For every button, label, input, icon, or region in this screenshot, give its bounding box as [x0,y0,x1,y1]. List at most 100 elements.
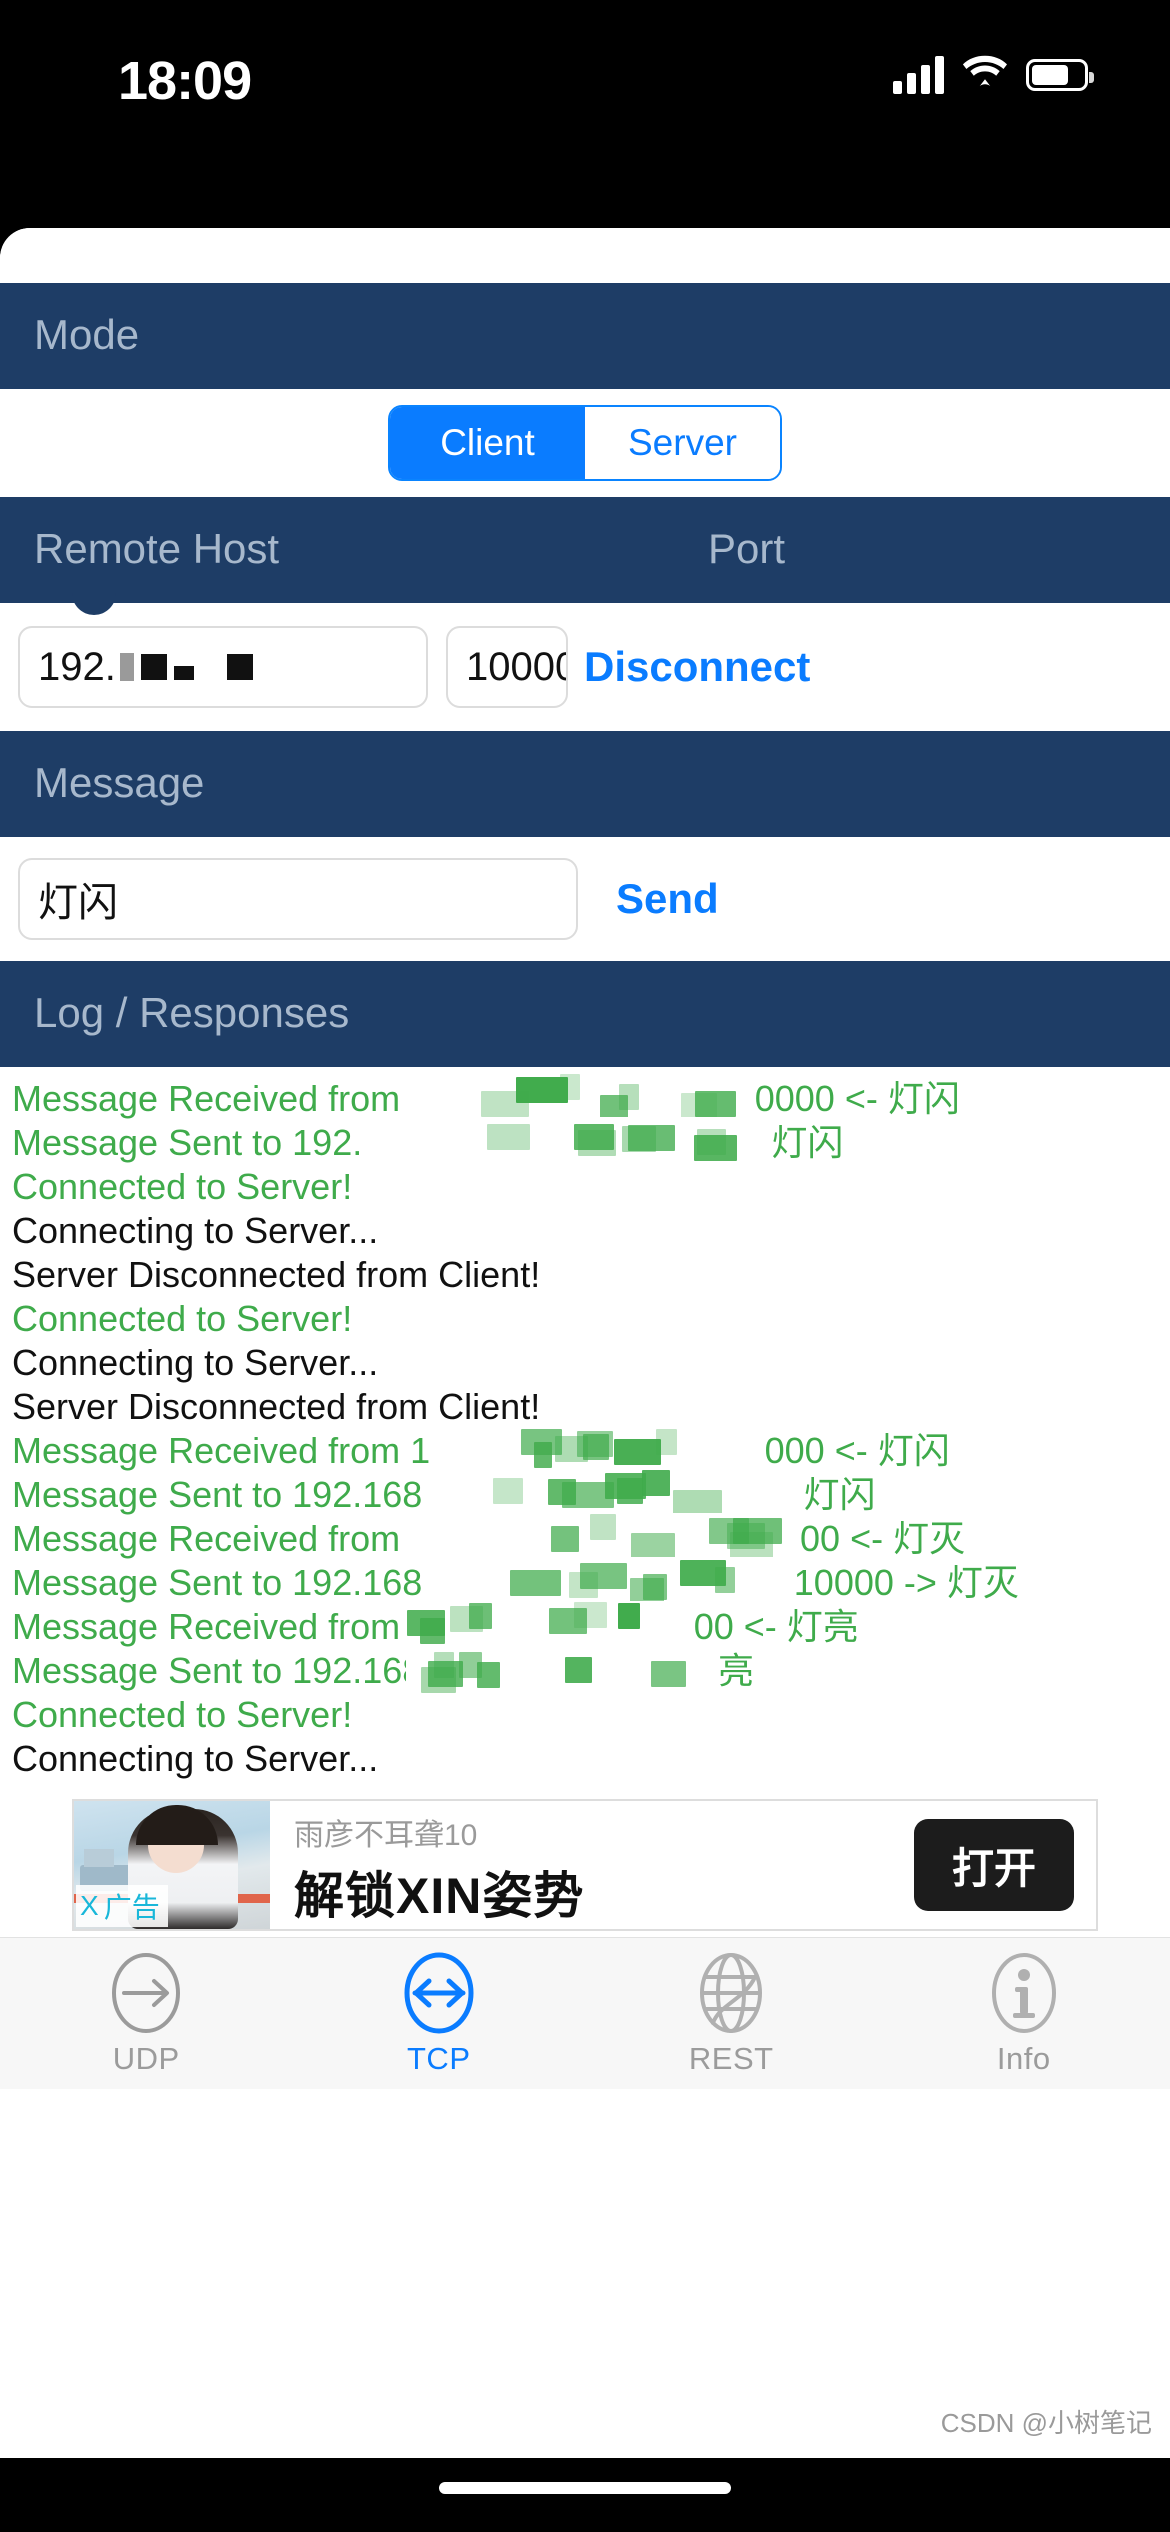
decorative-blob [72,589,116,615]
disconnect-button[interactable]: Disconnect [584,643,810,691]
app-root: Mode Client Server Remote Host Port 192. [0,228,1170,2458]
ad-thumbnail: X 广告 [74,1801,270,1929]
log-line: Server Disconnected from Client! [12,1385,1158,1429]
ad-close-badge[interactable]: X 广告 [76,1885,168,1927]
ad-banner-wrap: X 广告 雨彦不耳聋10 解锁XIN姿势 打开 [0,1781,1170,1937]
log-line-text: Connected to Server! [12,1166,353,1207]
message-input[interactable]: 灯闪 [18,858,578,940]
log-line-text: Message Received from [12,1518,401,1559]
log-line: Connected to Server! [12,1297,1158,1341]
log-line-text: Connecting to Server... [12,1738,379,1779]
log-line-tail: 0000 <- 灯闪 [754,1078,960,1119]
globe-icon [693,1951,769,2035]
mode-segment-client[interactable]: Client [390,407,585,479]
tab-rest[interactable]: REST [585,1951,878,2077]
log-line-text: Message Received from [12,1606,401,1647]
mode-segmented-control[interactable]: Client Server [388,405,782,481]
log-line: Connected to Server! [12,1693,1158,1737]
tab-label-tcp: TCP [407,2040,471,2076]
log-line-tail: 10000 -> 灯灭 [793,1562,1019,1603]
log-line-text: Server Disconnected from Client! [12,1254,541,1295]
section-header-mode: Mode [0,283,1170,389]
log-line: Connecting to Server... [12,1737,1158,1781]
log-line-tail: 000 <- 灯闪 [764,1430,950,1471]
log-line-text: Connected to Server! [12,1298,353,1339]
status-bar-indicators [893,55,1094,94]
section-title-log: Log / Responses [34,989,350,1036]
section-header-log: Log / Responses [0,961,1170,1067]
log-line: Connecting to Server... [12,1341,1158,1385]
log-line-tail: 灯闪 [771,1122,844,1163]
tab-info[interactable]: Info [878,1951,1170,2077]
log-line: Message Sent to 192.168 10000 -> 灯灭 [12,1557,1158,1609]
top-white-gap [0,228,1170,283]
log-line-text: Message Received from [12,1078,401,1119]
wifi-icon [962,55,1008,94]
port-value: 10000 [466,644,568,689]
log-line-text: Server Disconnected from Client! [12,1386,541,1427]
section-title-remote-host: Remote Host [34,525,280,572]
log-line: Message Sent to 192. 灯闪 [12,1117,1158,1169]
port-input[interactable]: 10000 [446,626,568,708]
log-line-text: Message Received from 1 [12,1430,431,1471]
watermark: CSDN @小树笔记 [940,2408,1152,2438]
connection-row: 192. 10000 Disconnect [0,589,1170,731]
mode-row: Client Server [0,389,1170,497]
log-line-text: Message Sent to 192.168 [12,1474,423,1515]
send-button[interactable]: Send [616,875,719,923]
home-indicator-bar [0,2458,1170,2532]
log-line: Message Received from 1 000 <- 灯闪 [12,1425,1158,1477]
log-line-text: Message Sent to 192. [12,1122,363,1163]
battery-icon [1026,58,1094,91]
status-bar: 18:09 [0,0,1170,228]
log-line: Message Sent to 192.168. 亮 [12,1645,1158,1697]
log-line: Message Received from 00 <- 灯亮 [12,1601,1158,1653]
remote-host-value: 192. [38,644,116,689]
log-line-text: Message Sent to 192.168 [12,1562,423,1603]
log-list[interactable]: Message Received from 0000 <- 灯闪 Message S… [0,1067,1170,1781]
log-line-tail: 00 <- 灯亮 [693,1606,859,1647]
tab-bar: UDP TCP REST Info [0,1937,1170,2089]
log-line-tail: 00 <- 灯灭 [800,1518,966,1559]
tab-label-rest: REST [688,2040,774,2076]
mode-segment-server[interactable]: Server [585,407,780,479]
phone-screen: 18:09 Mode Client Server Remote Host Por… [0,0,1170,2532]
ad-badge-label: 广告 [103,1892,160,1923]
section-title-mode: Mode [34,311,140,358]
log-line-tail: 亮 [718,1650,755,1691]
ad-title: 解锁XIN姿势 [294,1868,585,1924]
ad-subtitle: 雨彦不耳聋10 [294,1819,478,1852]
cellular-bars-icon [893,55,944,94]
log-line-tail: 灯闪 [803,1474,876,1515]
tab-label-udp: UDP [112,2040,180,2076]
status-bar-clock: 18:09 [118,51,252,111]
message-row: 灯闪 Send [0,837,1170,961]
log-line: Server Disconnected from Client! [12,1253,1158,1297]
message-value: 灯闪 [38,881,118,925]
log-line: Message Sent to 192.168 灯闪 [12,1469,1158,1521]
section-header-message: Message [0,731,1170,837]
log-line: Connected to Server! [12,1165,1158,1209]
log-line: Message Received from 0000 <- 灯闪 [12,1073,1158,1125]
section-title-port: Port [708,525,786,572]
section-header-connection: Remote Host Port [0,497,1170,603]
ad-text: 雨彦不耳聋10 解锁XIN姿势 [270,1801,914,1929]
close-icon[interactable]: X [80,1890,99,1922]
log-line-text: Connecting to Server... [12,1210,379,1251]
tab-udp[interactable]: UDP [0,1951,293,2077]
log-line: Connecting to Server... [12,1209,1158,1253]
info-circle-icon [986,1951,1062,2035]
log-line-redaction [477,1117,778,1169]
redaction-blocks [119,653,253,681]
home-indicator[interactable] [439,2482,731,2494]
log-line-redaction [406,1645,707,1697]
tab-tcp[interactable]: TCP [293,1951,586,2077]
ad-banner[interactable]: X 广告 雨彦不耳聋10 解锁XIN姿势 打开 [72,1799,1098,1931]
arrow-right-circle-icon [108,1951,184,2035]
log-line-text: Connected to Server! [12,1694,353,1735]
log-line: Message Received from 00 <- 灯灭 [12,1513,1158,1565]
ad-open-button[interactable]: 打开 [914,1819,1074,1911]
log-line-text: Message Sent to 192.168. [12,1650,433,1691]
section-title-message: Message [34,759,205,806]
remote-host-input[interactable]: 192. [18,626,428,708]
